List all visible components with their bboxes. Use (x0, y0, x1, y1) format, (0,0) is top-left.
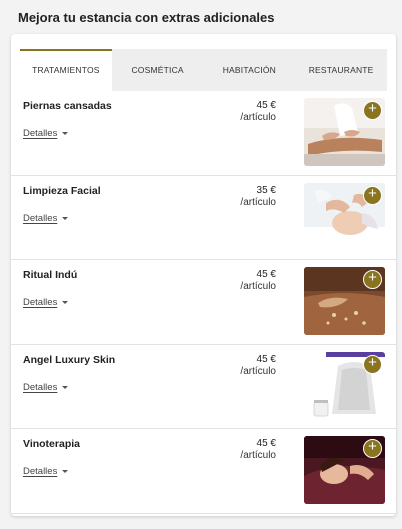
details-label: Detalles (23, 297, 58, 308)
item-price-block: 45 € /artículo (240, 438, 276, 462)
item-price: 45 € (256, 438, 276, 449)
category-tabs: TRATAMIENTOS COSMÉTICA HABITACIÓN RESTAU… (20, 49, 387, 91)
extras-card: TRATAMIENTOS COSMÉTICA HABITACIÓN RESTAU… (11, 34, 396, 516)
item-price-block: 35 € /artículo (240, 185, 276, 209)
tab-tratamientos[interactable]: TRATAMIENTOS (20, 49, 112, 91)
item-price: 35 € (256, 184, 276, 196)
caret-down-icon (62, 301, 69, 304)
item-unit: /artículo (240, 365, 276, 377)
page-title: Mejora tu estancia con extras adicionale… (18, 10, 275, 25)
item-price: 45 € (256, 100, 276, 111)
caret-down-icon (62, 470, 69, 473)
tab-restaurante[interactable]: RESTAURANTE (295, 49, 387, 91)
list-item: Angel Luxury Skin Detalles 45 € /artícul… (11, 345, 396, 429)
details-toggle[interactable]: Detalles (23, 381, 69, 393)
item-unit: /artículo (240, 112, 276, 123)
item-name: Piernas cansadas (23, 100, 112, 112)
caret-down-icon (62, 216, 69, 220)
item-name: Ritual Indú (23, 269, 78, 281)
tab-cosmetica[interactable]: COSMÉTICA (112, 49, 204, 91)
add-button[interactable]: + (363, 439, 382, 458)
tab-habitacion[interactable]: HABITACIÓN (204, 49, 296, 91)
item-price: 45 € (256, 353, 276, 365)
details-toggle[interactable]: Detalles (23, 212, 69, 224)
item-name: Vinoterapia (23, 438, 80, 450)
item-price-block: 45 € /artículo (240, 100, 276, 124)
facial-photo-icon: + (304, 182, 385, 251)
details-label: Detalles (23, 466, 58, 477)
details-label: Detalles (23, 128, 58, 139)
list-item: Vinoterapia Detalles 45 € /artículo + (11, 429, 396, 514)
item-unit: /artículo (240, 450, 276, 461)
details-label: Detalles (23, 212, 58, 224)
list-item: Limpieza Facial Detalles 35 € /artículo (11, 176, 396, 260)
item-unit: /artículo (240, 196, 276, 208)
extras-list: Piernas cansadas Detalles 45 € /artículo (11, 91, 396, 514)
add-button[interactable]: + (363, 354, 382, 374)
cosmetics-photo-icon: + (304, 351, 385, 420)
details-toggle[interactable]: Detalles (23, 466, 69, 477)
list-item: Ritual Indú Detalles 45 € /artículo + (11, 260, 396, 345)
add-button[interactable]: + (363, 270, 382, 289)
list-item: Piernas cansadas Detalles 45 € /artículo (11, 91, 396, 176)
scrub-photo-icon: + (304, 267, 385, 335)
item-unit: /artículo (240, 281, 276, 292)
details-toggle[interactable]: Detalles (23, 128, 69, 139)
details-label: Detalles (23, 381, 58, 393)
details-toggle[interactable]: Detalles (23, 297, 69, 308)
item-name: Limpieza Facial (23, 184, 101, 197)
caret-down-icon (62, 132, 69, 135)
item-price: 45 € (256, 269, 276, 280)
add-button[interactable]: + (363, 101, 382, 120)
caret-down-icon (62, 385, 69, 389)
item-price-block: 45 € /artículo (240, 269, 276, 293)
massage-photo-icon: + (304, 98, 385, 166)
item-price-block: 45 € /artículo (240, 354, 276, 378)
add-button[interactable]: + (363, 185, 382, 205)
wine-therapy-photo-icon: + (304, 436, 385, 504)
item-name: Angel Luxury Skin (23, 353, 116, 366)
